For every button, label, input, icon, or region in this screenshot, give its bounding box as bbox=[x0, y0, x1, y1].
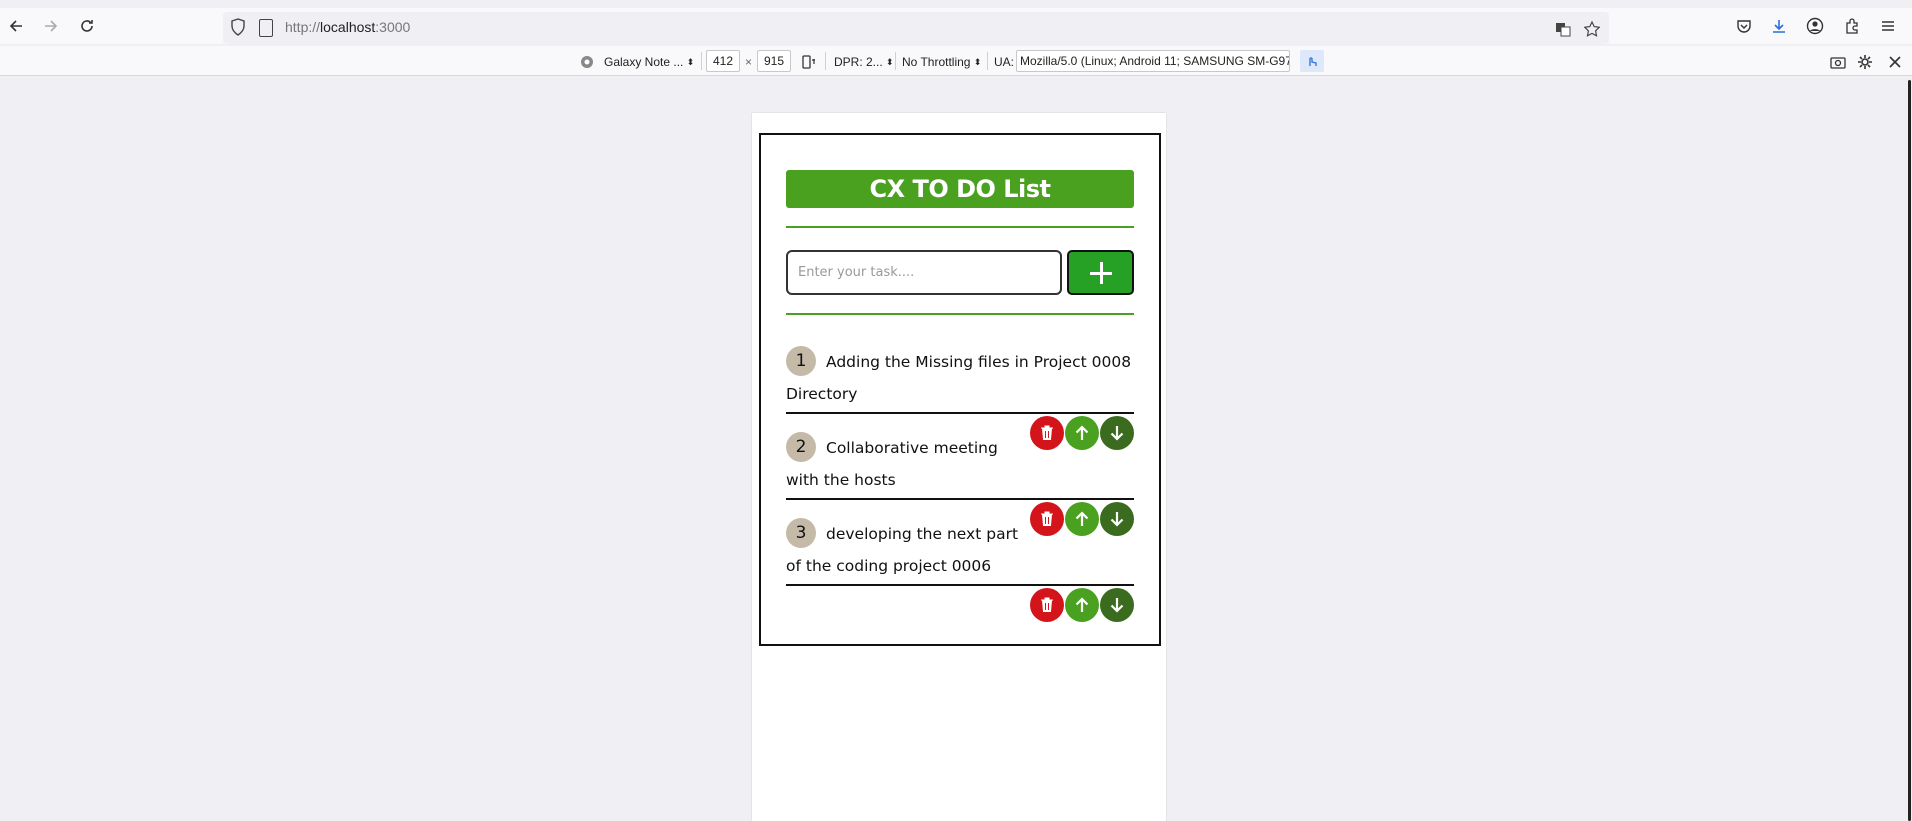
task-number: 3 bbox=[786, 517, 816, 548]
back-arrow-icon[interactable] bbox=[0, 8, 34, 44]
task-label: Adding the Missing files in Project 0008… bbox=[786, 353, 1132, 403]
viewport-width-input[interactable]: 412 bbox=[706, 50, 740, 72]
forward-arrow-icon[interactable] bbox=[33, 8, 69, 44]
device-select[interactable]: Galaxy Note ... ⬍ bbox=[604, 52, 694, 72]
arrow-up-icon bbox=[1075, 597, 1089, 612]
task-text: 1 Adding the Missing files in Project 000… bbox=[786, 345, 1134, 410]
task-actions bbox=[1030, 502, 1134, 536]
task-label: developing the next part of the coding p… bbox=[786, 525, 1019, 575]
url-text[interactable]: http://localhost:3000 bbox=[285, 19, 410, 35]
plus-icon-bar bbox=[1090, 272, 1112, 275]
trash-icon bbox=[1041, 511, 1053, 526]
task-actions bbox=[1030, 416, 1134, 450]
task-number: 2 bbox=[786, 431, 816, 462]
move-down-button[interactable] bbox=[1100, 416, 1134, 450]
divider bbox=[701, 52, 702, 70]
move-down-button[interactable] bbox=[1100, 588, 1134, 622]
browser-toolbar: http://localhost:3000 bbox=[0, 8, 1912, 44]
arrow-down-icon bbox=[1110, 426, 1124, 441]
device-icon bbox=[580, 52, 594, 72]
translate-icon[interactable] bbox=[1552, 18, 1574, 40]
task-label: Collaborative meeting with the hosts bbox=[786, 439, 998, 489]
add-task-button[interactable] bbox=[1067, 250, 1134, 295]
downloads-icon[interactable] bbox=[1763, 8, 1795, 44]
trash-icon bbox=[1041, 425, 1053, 440]
pocket-icon[interactable] bbox=[1728, 8, 1760, 44]
todo-container: CX TO DO List 1Adding the Missing files … bbox=[759, 133, 1161, 646]
delete-button[interactable] bbox=[1030, 588, 1064, 622]
dpr-select[interactable]: DPR: 2... ⬍ bbox=[834, 52, 894, 72]
divider bbox=[987, 52, 988, 70]
reload-icon[interactable] bbox=[69, 8, 105, 44]
url-bar[interactable]: http://localhost:3000 bbox=[223, 12, 1609, 44]
task-underline bbox=[786, 584, 1134, 586]
extensions-icon[interactable] bbox=[1836, 8, 1868, 44]
page-icon[interactable] bbox=[259, 19, 273, 37]
throttling-select[interactable]: No Throttling ⬍ bbox=[902, 52, 981, 72]
scrollbar[interactable] bbox=[1907, 78, 1912, 821]
viewport-height-input[interactable]: 915 bbox=[757, 50, 791, 72]
task-item: 2 Collaborative meeting with the hosts bbox=[786, 431, 1016, 496]
task-text: 2 Collaborative meeting with the hosts bbox=[786, 431, 1016, 496]
touch-simulation-icon[interactable] bbox=[1300, 50, 1324, 72]
close-icon[interactable] bbox=[1889, 52, 1901, 72]
task-input[interactable] bbox=[786, 250, 1062, 295]
task-underline bbox=[786, 498, 1134, 500]
divider bbox=[786, 226, 1134, 228]
delete-button[interactable] bbox=[1030, 416, 1064, 450]
move-down-button[interactable] bbox=[1100, 502, 1134, 536]
task-text: 3 developing the next part of the coding … bbox=[786, 517, 1026, 582]
arrow-up-icon bbox=[1075, 425, 1089, 440]
menu-icon[interactable] bbox=[1872, 8, 1904, 44]
task-actions bbox=[1030, 588, 1134, 622]
arrow-down-icon bbox=[1110, 598, 1124, 613]
size-times: × bbox=[745, 55, 753, 69]
arrow-down-icon bbox=[1110, 512, 1124, 527]
ua-label: UA: bbox=[994, 55, 1015, 69]
app-title: CX TO DO List bbox=[786, 170, 1134, 208]
task-item: 3 developing the next part of the coding … bbox=[786, 517, 1026, 582]
device-viewport: CX TO DO List 1Adding the Missing files … bbox=[752, 113, 1166, 821]
move-up-button[interactable] bbox=[1065, 502, 1099, 536]
screenshot-icon[interactable] bbox=[1830, 52, 1846, 72]
bookmark-star-icon[interactable] bbox=[1581, 18, 1603, 40]
shield-icon[interactable] bbox=[231, 18, 249, 38]
trash-icon bbox=[1041, 597, 1053, 612]
scrollbar-thumb[interactable] bbox=[1908, 80, 1911, 821]
divider bbox=[825, 52, 826, 70]
task-number: 1 bbox=[786, 345, 816, 376]
task-underline bbox=[786, 412, 1134, 414]
settings-gear-icon[interactable] bbox=[1857, 52, 1873, 72]
rotate-icon[interactable] bbox=[801, 52, 817, 72]
responsive-design-bar: Galaxy Note ... ⬍ 412 × 915 DPR: 2... ⬍ … bbox=[0, 46, 1912, 76]
user-agent-input[interactable]: Mozilla/5.0 (Linux; Android 11; SAMSUNG … bbox=[1016, 50, 1290, 72]
task-item: 1 Adding the Missing files in Project 000… bbox=[786, 345, 1134, 450]
divider bbox=[895, 52, 896, 70]
arrow-up-icon bbox=[1075, 511, 1089, 526]
move-up-button[interactable] bbox=[1065, 416, 1099, 450]
delete-button[interactable] bbox=[1030, 502, 1064, 536]
account-icon[interactable] bbox=[1799, 8, 1831, 44]
move-up-button[interactable] bbox=[1065, 588, 1099, 622]
divider bbox=[786, 313, 1134, 315]
